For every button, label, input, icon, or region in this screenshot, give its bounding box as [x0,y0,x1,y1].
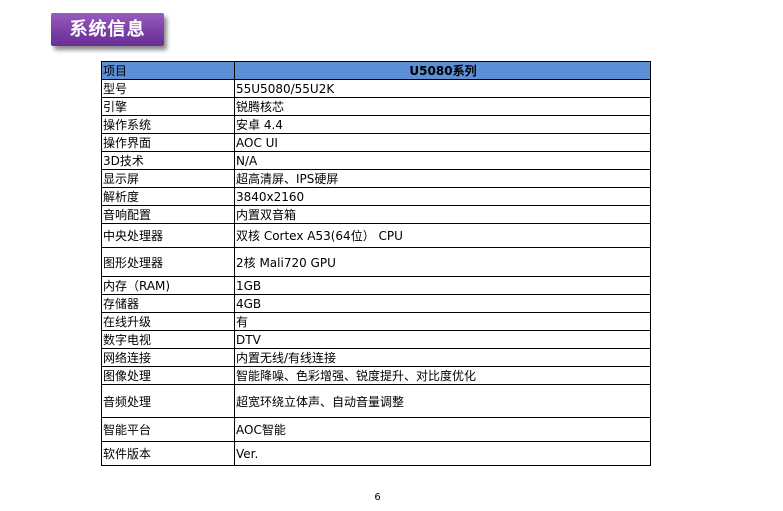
row-value: AOC智能 [234,417,651,442]
row-label: 在线升级 [101,312,235,331]
row-value: 3840x2160 [234,187,651,206]
table-row: 型号 55U5080/55U2K [101,79,651,98]
table-row: 网络连接 内置无线/有线连接 [101,348,651,367]
row-label: 引擎 [101,97,235,116]
row-label: 操作系统 [101,115,235,134]
row-label: 音响配置 [101,205,235,224]
table-row: 中央处理器 双核 Cortex A53(64位） CPU [101,223,651,248]
row-label: 3D技术 [101,151,235,170]
row-value: 1GB [234,276,651,295]
table-row: 显示屏 超高清屏、IPS硬屏 [101,169,651,188]
row-value: 锐腾核芯 [234,97,651,116]
table-row: 在线升级有 [101,312,651,331]
row-value: Ver. [234,441,651,466]
row-value: 4GB [234,294,651,313]
table-row: 内存（RAM) 1GB [101,276,651,295]
table-row: 3D技术 N/A [101,151,651,170]
section-title: 系统信息 [51,13,164,46]
row-label: 操作界面 [101,133,235,152]
row-label: 音频处理 [101,384,235,418]
table-header-row: 项目 U5080系列 [101,61,651,80]
header-cell-item: 项目 [101,61,235,80]
row-label: 解析度 [101,187,235,206]
header-cell-series: U5080系列 [234,61,651,80]
table-row: 音响配置 内置双音箱 [101,205,651,224]
row-label: 软件版本 [101,441,235,466]
row-value: 超宽环绕立体声、自动音量调整 [234,384,651,418]
table-row: 智能平台 AOC智能 [101,417,651,442]
row-label: 图形处理器 [101,247,235,277]
row-value: 超高清屏、IPS硬屏 [234,169,651,188]
table-row: 存储器 4GB [101,294,651,313]
row-label: 智能平台 [101,417,235,442]
row-label: 网络连接 [101,348,235,367]
row-value: 55U5080/55U2K [234,79,651,98]
row-value: 内置无线/有线连接 [234,348,651,367]
row-value: 安卓 4.4 [234,115,651,134]
table-row: 数字电视 DTV [101,330,651,349]
table-row: 软件版本 Ver. [101,441,651,466]
row-value: DTV [234,330,651,349]
table-row: 操作系统 安卓 4.4 [101,115,651,134]
row-label: 存储器 [101,294,235,313]
table-row: 解析度 3840x2160 [101,187,651,206]
table-row: 图形处理器 2核 Mali720 GPU [101,247,651,277]
row-label: 型号 [101,79,235,98]
row-label: 内存（RAM) [101,276,235,295]
row-value: 2核 Mali720 GPU [234,247,651,277]
row-value: 智能降噪、色彩增强、锐度提升、对比度优化 [234,366,651,385]
row-value: AOC UI [234,133,651,152]
row-value: N/A [234,151,651,170]
row-label: 数字电视 [101,330,235,349]
table-row: 图像处理 智能降噪、色彩增强、锐度提升、对比度优化 [101,366,651,385]
row-value: 有 [234,312,651,331]
page-number: 6 [374,492,381,503]
table-row: 引擎 锐腾核芯 [101,97,651,116]
row-label: 中央处理器 [101,223,235,248]
row-value: 内置双音箱 [234,205,651,224]
table-row: 操作界面 AOC UI [101,133,651,152]
row-value: 双核 Cortex A53(64位） CPU [234,223,651,248]
row-label: 图像处理 [101,366,235,385]
spec-table: 项目 U5080系列 型号 55U5080/55U2K 引擎 锐腾核芯 操作系统 安卓 4… [101,61,651,466]
row-label: 显示屏 [101,169,235,188]
table-row: 音频处理 超宽环绕立体声、自动音量调整 [101,384,651,418]
